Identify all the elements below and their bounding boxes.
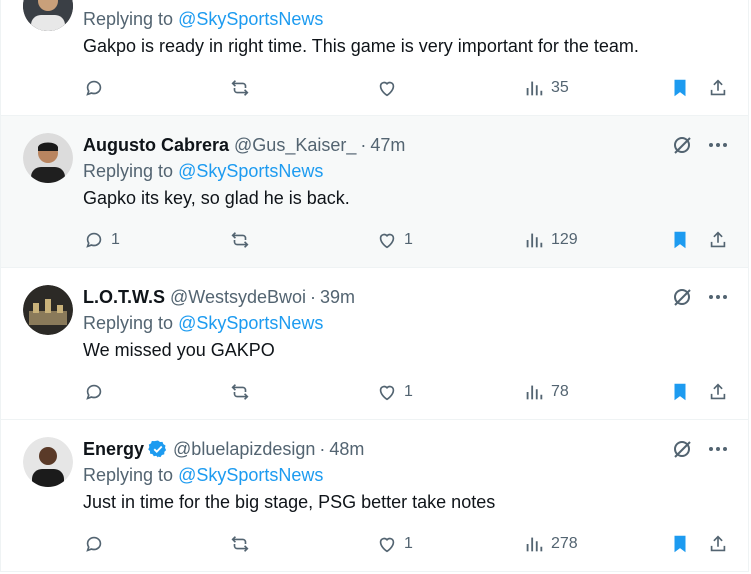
- tweet[interactable]: Energy @bluelapizdesign · 48m Replying t…: [0, 420, 749, 572]
- retweet-icon: [231, 384, 249, 400]
- views-chart-icon: [526, 81, 543, 96]
- share-icon: [710, 535, 726, 552]
- tweet-actions: 1 1 129: [83, 228, 743, 252]
- tweet-actions: 1 78: [83, 380, 743, 404]
- views-button[interactable]: 35: [523, 76, 569, 100]
- user-handle[interactable]: @Gus_Kaiser_: [234, 135, 356, 156]
- views-chart-icon: [526, 233, 543, 248]
- views-button[interactable]: 78: [523, 380, 569, 404]
- reply-button[interactable]: [83, 380, 111, 404]
- replying-to: Replying to @SkySportsNews: [83, 161, 324, 181]
- mention-link[interactable]: @SkySportsNews: [178, 313, 323, 333]
- share-button[interactable]: [707, 380, 729, 404]
- tweet-text: Gapko its key, so glad he is back.: [83, 188, 350, 208]
- retweet-icon: [231, 536, 249, 552]
- bookmark-button[interactable]: [669, 228, 691, 252]
- user-handle[interactable]: @bluelapizdesign: [173, 439, 315, 460]
- replying-to: Replying to @SkySportsNews: [83, 9, 324, 29]
- separator-dot: ·: [319, 438, 326, 459]
- tweet-actions: 35: [83, 76, 743, 100]
- like-button[interactable]: 1: [376, 532, 413, 556]
- heart-icon: [379, 537, 395, 553]
- display-name[interactable]: L.O.T.W.S: [83, 287, 165, 308]
- avatar[interactable]: [23, 285, 73, 335]
- avatar[interactable]: [23, 0, 73, 31]
- bookmark-icon: [674, 383, 686, 401]
- tweet-actions: 1 278: [83, 532, 743, 556]
- share-button[interactable]: [707, 76, 729, 100]
- tweet-top-icons: [670, 437, 730, 461]
- share-button[interactable]: [707, 532, 729, 556]
- heart-icon: [379, 81, 395, 97]
- reply-button[interactable]: 1: [83, 228, 120, 252]
- reply-icon: [86, 536, 102, 552]
- views-chart-icon: [526, 385, 543, 400]
- timestamp[interactable]: 39m: [320, 287, 355, 308]
- tweet-text: We missed you GAKPO: [83, 340, 275, 360]
- tweet-text: Gakpo is ready in right time. This game …: [83, 36, 639, 56]
- avatar[interactable]: [23, 133, 73, 183]
- share-icon: [710, 231, 726, 248]
- avatar[interactable]: [23, 437, 73, 487]
- tweet[interactable]: Augusto Cabrera @Gus_Kaiser_ · 47m Reply…: [0, 116, 749, 268]
- retweet-button[interactable]: [229, 380, 257, 404]
- retweet-button[interactable]: [229, 532, 257, 556]
- separator-dot: ·: [360, 134, 367, 155]
- replying-to: Replying to @SkySportsNews: [83, 465, 324, 485]
- bookmark-icon: [674, 79, 686, 97]
- user-handle[interactable]: @WestsydeBwoi: [170, 287, 306, 308]
- retweet-icon: [231, 232, 249, 248]
- tweet-header: Augusto Cabrera @Gus_Kaiser_ · 47m: [83, 133, 405, 157]
- tweet-header: Energy @bluelapizdesign · 48m: [83, 437, 364, 461]
- more-icon[interactable]: [706, 133, 730, 157]
- grok-icon[interactable]: [670, 285, 694, 309]
- retweet-button[interactable]: [229, 228, 257, 252]
- tweet-top-icons: [670, 133, 730, 157]
- tweet-text: Just in time for the big stage, PSG bett…: [83, 492, 496, 512]
- tweet-header: L.O.T.W.S @WestsydeBwoi · 39m: [83, 285, 355, 309]
- mention-link[interactable]: @SkySportsNews: [178, 9, 323, 29]
- separator-dot: ·: [310, 286, 316, 307]
- like-button[interactable]: 1: [376, 228, 413, 252]
- mention-link[interactable]: @SkySportsNews: [178, 465, 323, 485]
- bookmark-icon: [674, 231, 686, 249]
- retweet-button[interactable]: [229, 76, 257, 100]
- tweet[interactable]: L.O.T.W.S @WestsydeBwoi · 39m Replying t…: [0, 268, 749, 420]
- views-button[interactable]: 278: [523, 532, 578, 556]
- timestamp[interactable]: 48m: [329, 439, 364, 460]
- retweet-icon: [231, 80, 249, 96]
- share-icon: [710, 383, 726, 400]
- reply-icon: [86, 80, 102, 96]
- share-icon: [710, 79, 726, 96]
- heart-icon: [379, 233, 395, 249]
- grok-icon[interactable]: [670, 437, 694, 461]
- replying-to: Replying to @SkySportsNews: [83, 313, 324, 333]
- views-button[interactable]: 129: [523, 228, 578, 252]
- display-name[interactable]: Augusto Cabrera: [83, 135, 229, 156]
- grok-icon[interactable]: [670, 133, 694, 157]
- reply-icon: [86, 384, 102, 400]
- verified-badge-icon[interactable]: [148, 439, 168, 459]
- mention-link[interactable]: @SkySportsNews: [178, 161, 323, 181]
- timestamp[interactable]: 47m: [370, 135, 405, 156]
- more-icon[interactable]: [706, 437, 730, 461]
- bookmark-icon: [674, 535, 686, 553]
- bookmark-button[interactable]: [669, 76, 691, 100]
- reply-button[interactable]: [83, 76, 111, 100]
- tweet-top-icons: [670, 285, 730, 309]
- reply-icon: [86, 232, 102, 248]
- tweet[interactable]: Replying to @SkySportsNews Gakpo is read…: [0, 0, 749, 116]
- display-name[interactable]: Energy: [83, 439, 144, 460]
- more-icon[interactable]: [706, 285, 730, 309]
- bookmark-button[interactable]: [669, 380, 691, 404]
- like-button[interactable]: 1: [376, 380, 413, 404]
- like-button[interactable]: [376, 76, 404, 100]
- reply-feed: Replying to @SkySportsNews Gakpo is read…: [0, 0, 751, 574]
- heart-icon: [379, 385, 395, 401]
- reply-button[interactable]: [83, 532, 111, 556]
- bookmark-button[interactable]: [669, 532, 691, 556]
- share-button[interactable]: [707, 228, 729, 252]
- views-chart-icon: [526, 537, 543, 552]
